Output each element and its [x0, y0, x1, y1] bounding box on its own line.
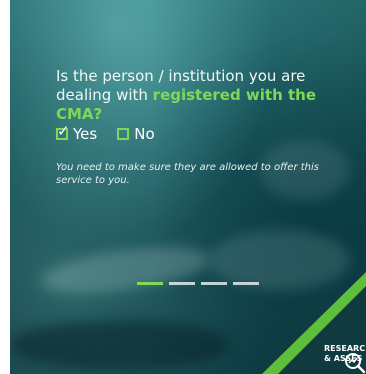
- no-option[interactable]: No: [117, 125, 155, 143]
- question-text: Is the person / institution you are deal…: [56, 67, 356, 124]
- yes-option[interactable]: ✓ Yes: [56, 124, 98, 143]
- corner-label: RESEARC & ASSES: [324, 344, 366, 363]
- yes-checkbox[interactable]: ✓: [56, 124, 70, 140]
- answer-options: ✓ Yes No: [56, 124, 155, 143]
- background-blur: [10, 320, 230, 370]
- carousel-indicators: [137, 282, 265, 285]
- carousel-dot[interactable]: [137, 282, 163, 285]
- check-icon: ✓: [57, 122, 70, 140]
- carousel-dot[interactable]: [201, 282, 227, 285]
- no-label: No: [134, 125, 155, 143]
- slide-panel: Is the person / institution you are deal…: [10, 0, 366, 374]
- info-note: You need to make sure they are allowed t…: [56, 162, 319, 186]
- no-checkbox[interactable]: [117, 128, 130, 140]
- yes-label: Yes: [73, 125, 98, 143]
- research-corner-badge[interactable]: RESEARC & ASSES: [256, 264, 366, 374]
- carousel-dot[interactable]: [169, 282, 195, 285]
